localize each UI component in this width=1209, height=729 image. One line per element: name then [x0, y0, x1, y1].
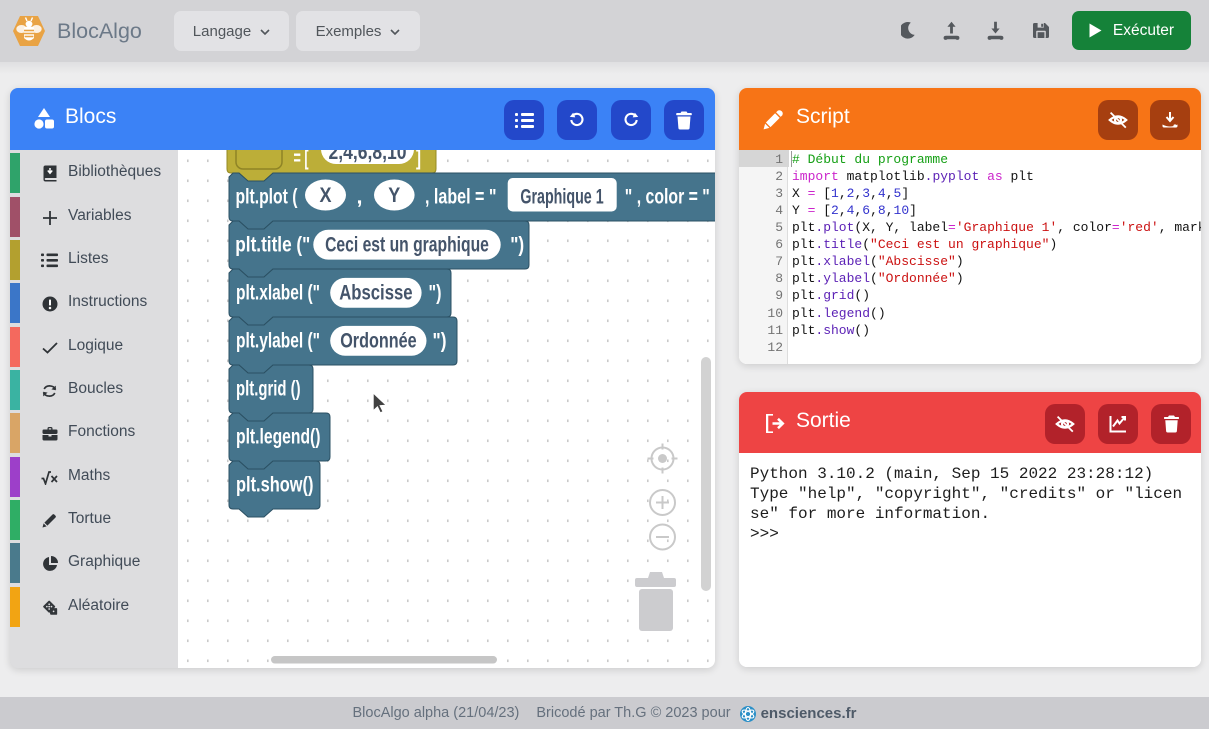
svg-text:Y: Y [388, 184, 400, 207]
svg-text:plt.show(): plt.show() [236, 474, 314, 497]
svg-text:X: X [320, 184, 332, 207]
svg-text:, label = ": , label = " [425, 186, 497, 209]
svg-text:"): ") [433, 330, 447, 353]
svg-text:"): ") [429, 282, 442, 305]
svg-text:= [: = [ [294, 150, 309, 170]
svg-text:Ordonnée: Ordonnée [340, 330, 416, 353]
svg-text:"): ") [510, 234, 524, 257]
svg-text:,: , [357, 186, 363, 209]
svg-text:plt.plot (: plt.plot ( [236, 186, 298, 209]
svg-text:plt.xlabel (": plt.xlabel (" [236, 282, 320, 305]
svg-text:Abscisse: Abscisse [339, 282, 412, 305]
svg-text:2,4,6,8,10: 2,4,6,8,10 [329, 150, 407, 164]
svg-text:plt.ylabel (": plt.ylabel (" [236, 330, 320, 353]
svg-text:" , color = ": " , color = " [625, 186, 710, 209]
svg-text:plt.legend(): plt.legend() [236, 426, 321, 449]
svg-text:]: ] [416, 150, 421, 170]
svg-text:plt.grid (): plt.grid () [236, 378, 301, 401]
svg-text:plt.title (": plt.title (" [235, 234, 310, 257]
svg-text:Ceci est un graphique: Ceci est un graphique [325, 234, 489, 257]
svg-text:Graphique 1: Graphique 1 [520, 186, 604, 209]
